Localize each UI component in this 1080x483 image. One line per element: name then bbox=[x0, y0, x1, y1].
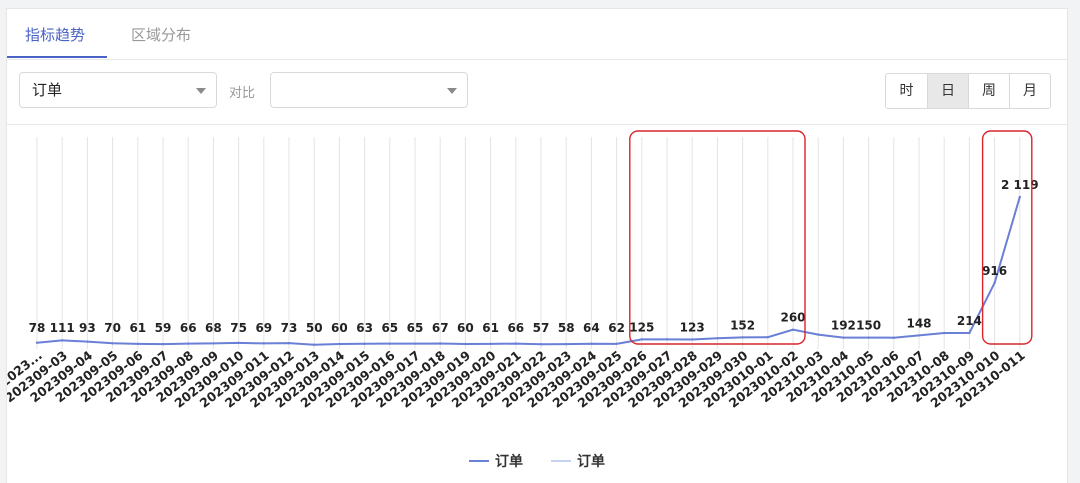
data-point bbox=[791, 328, 795, 331]
data-label: 65 bbox=[407, 321, 424, 335]
data-label: 125 bbox=[629, 320, 654, 334]
data-point bbox=[1018, 195, 1021, 199]
legend-label: 订单 bbox=[577, 453, 605, 470]
data-point bbox=[439, 342, 442, 345]
data-point bbox=[640, 338, 643, 341]
data-label: 260 bbox=[780, 311, 805, 325]
data-label: 58 bbox=[558, 321, 575, 335]
data-point bbox=[892, 336, 895, 339]
data-label: 64 bbox=[583, 321, 600, 335]
data-point bbox=[413, 342, 417, 345]
data-point bbox=[867, 336, 870, 339]
data-label: 73 bbox=[281, 321, 298, 335]
data-point bbox=[212, 342, 215, 345]
data-label: 59 bbox=[155, 321, 172, 335]
data-label: 78 bbox=[29, 321, 46, 335]
data-point bbox=[388, 342, 391, 345]
data-point bbox=[539, 343, 543, 346]
data-point bbox=[287, 341, 291, 345]
data-point bbox=[565, 342, 568, 346]
trend-line-chart: 78 111 93 70 61 59 66 68 75 69 73 50 60 63 65 65 67 60 61 6… bbox=[7, 130, 1039, 470]
data-label: 192 bbox=[831, 319, 856, 333]
data-label: 70 bbox=[104, 321, 121, 335]
data-label: 916 bbox=[982, 264, 1007, 278]
data-label: 66 bbox=[180, 321, 197, 335]
data-label: 75 bbox=[230, 321, 247, 335]
data-point bbox=[943, 331, 946, 335]
data-label: 63 bbox=[356, 321, 373, 335]
legend-label: 订单 bbox=[495, 453, 523, 470]
data-point bbox=[917, 334, 921, 337]
data-label: 68 bbox=[205, 321, 222, 335]
data-point bbox=[111, 342, 114, 345]
data-point bbox=[590, 342, 593, 345]
data-label: 2 119 bbox=[1001, 178, 1039, 192]
data-label: 57 bbox=[533, 321, 550, 335]
data-point bbox=[464, 342, 467, 346]
data-label: 150 bbox=[856, 319, 881, 333]
data-point bbox=[615, 342, 618, 346]
data-label: 67 bbox=[432, 321, 449, 335]
data-point bbox=[136, 342, 139, 346]
data-point bbox=[993, 281, 996, 285]
data-point bbox=[187, 342, 190, 345]
data-point bbox=[741, 336, 744, 339]
data-label: 62 bbox=[608, 321, 625, 335]
data-label: 123 bbox=[680, 321, 705, 335]
data-label: 152 bbox=[730, 318, 755, 332]
data-point bbox=[237, 341, 240, 345]
data-label: 111 bbox=[50, 321, 75, 335]
data-point bbox=[766, 336, 769, 339]
data-label: 61 bbox=[129, 321, 146, 335]
data-label: 148 bbox=[906, 316, 931, 330]
data-point bbox=[363, 342, 366, 345]
data-point bbox=[262, 342, 265, 345]
trend-panel: 指标趋势 区域分布 订单 对比 时 日 周 月 78 111 93 70 61 59 66 6… bbox=[6, 8, 1068, 483]
data-point bbox=[35, 341, 39, 344]
data-label: 60 bbox=[331, 321, 348, 335]
data-point bbox=[338, 342, 341, 346]
data-label: 214 bbox=[957, 314, 982, 328]
data-point bbox=[61, 339, 64, 342]
data-point bbox=[665, 338, 669, 341]
data-label: 50 bbox=[306, 321, 323, 335]
data-label: 61 bbox=[482, 321, 499, 335]
data-label: 93 bbox=[79, 321, 96, 335]
data-point bbox=[489, 342, 492, 346]
data-point bbox=[968, 331, 971, 335]
data-label: 66 bbox=[507, 321, 524, 335]
data-label: 65 bbox=[381, 321, 398, 335]
data-point bbox=[514, 342, 517, 345]
data-point bbox=[817, 333, 820, 336]
data-point bbox=[86, 340, 89, 343]
data-label: 60 bbox=[457, 321, 474, 335]
data-point bbox=[691, 338, 694, 341]
data-point bbox=[842, 336, 845, 339]
data-point bbox=[313, 343, 316, 346]
data-point bbox=[716, 337, 719, 340]
data-label: 69 bbox=[255, 321, 272, 335]
data-point bbox=[161, 342, 165, 346]
